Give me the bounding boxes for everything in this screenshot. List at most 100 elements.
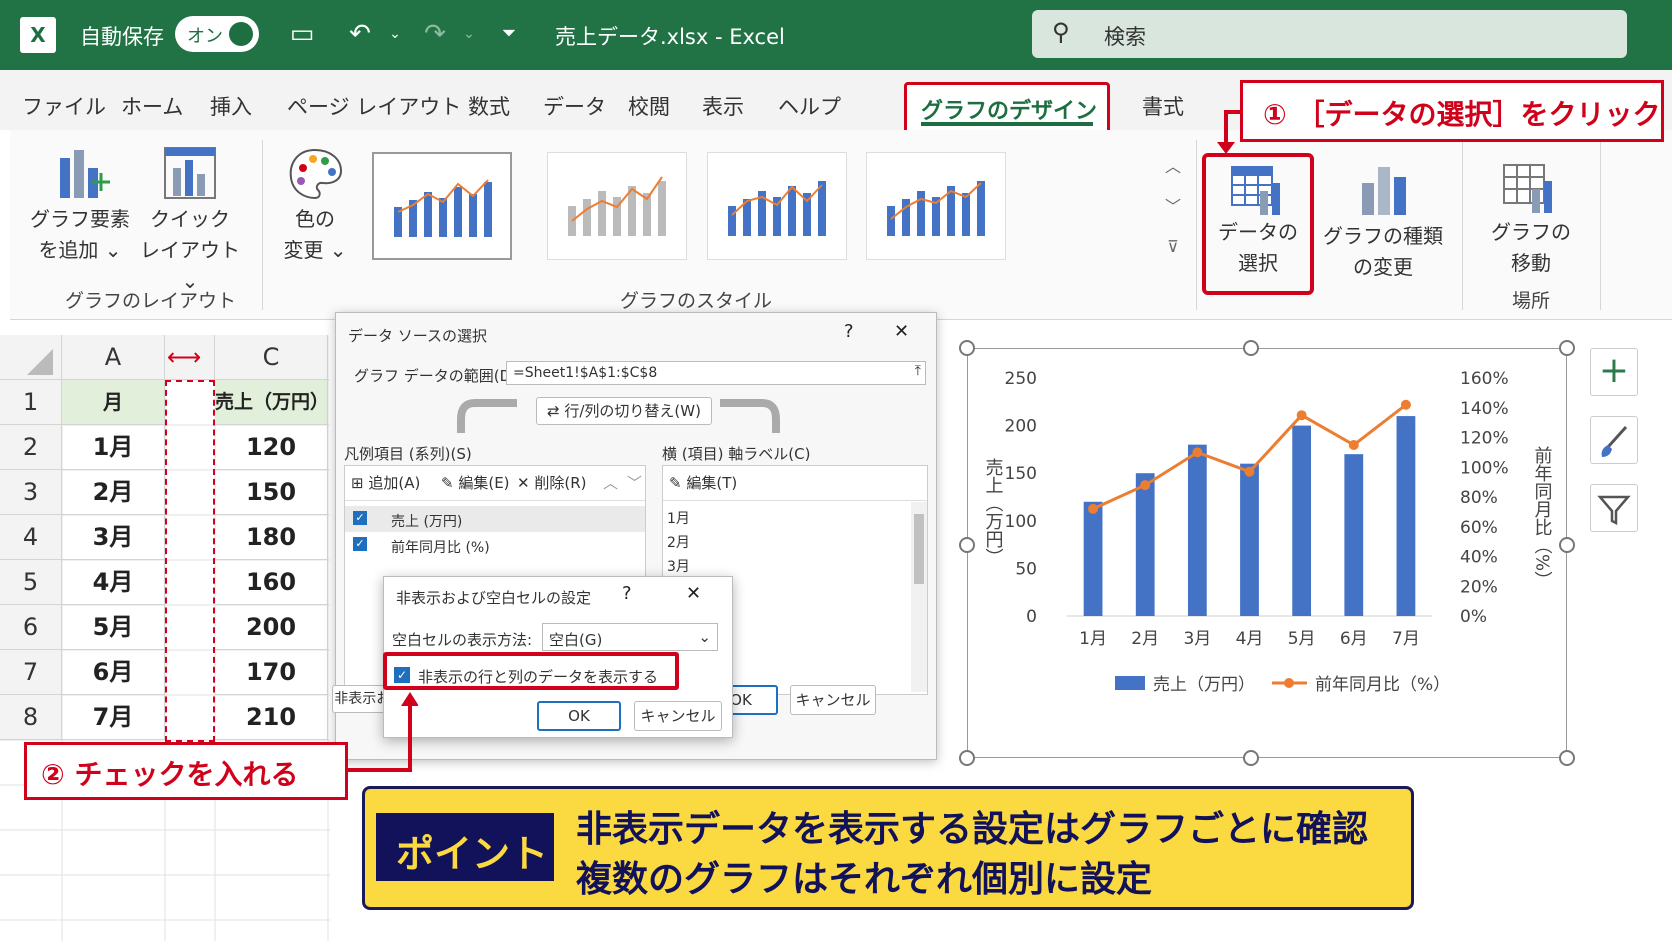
empty-cells-select[interactable]: 空白(G) ⌄: [542, 623, 718, 651]
row-header-5[interactable]: 5: [0, 560, 62, 605]
row-header-4[interactable]: 4: [0, 515, 62, 560]
tab-formulas[interactable]: 数式: [468, 91, 510, 121]
edit-series-button[interactable]: ✎ 編集(E): [441, 472, 510, 493]
series-row[interactable]: ✓ 売上 (万円): [345, 506, 645, 532]
row-header-7[interactable]: 7: [0, 650, 62, 695]
chart-styles-brush-icon[interactable]: [1590, 416, 1638, 464]
dialog-cancel-button[interactable]: キャンセル: [790, 685, 876, 715]
row-header-6[interactable]: 6: [0, 605, 62, 650]
cell-a1[interactable]: 月: [62, 380, 165, 425]
tab-chart-design[interactable]: グラフのデザイン: [904, 82, 1110, 136]
tab-home[interactable]: ホーム: [121, 91, 183, 121]
undo-dropdown-icon[interactable]: ⌄: [378, 17, 412, 51]
cell-c2[interactable]: 120: [215, 425, 328, 470]
cell-a2[interactable]: 1月: [62, 425, 165, 470]
y-axis-tick-label: 50: [1015, 559, 1037, 579]
move-chart-button[interactable]: グラフの 移動: [1476, 157, 1586, 291]
axis-label-item[interactable]: 1月: [667, 508, 690, 528]
subdialog-cancel-button[interactable]: キャンセル: [634, 701, 722, 731]
chart-elements-plus-icon[interactable]: +: [1590, 348, 1638, 396]
tab-help[interactable]: ヘルプ: [778, 91, 841, 121]
resize-handle[interactable]: [1559, 537, 1575, 553]
redo-dropdown-icon[interactable]: ⌄: [452, 17, 486, 51]
change-chart-type-button[interactable]: グラフの種類 の変更: [1318, 157, 1448, 291]
customize-toolbar-icon[interactable]: ⏷: [492, 17, 526, 51]
tab-page-layout[interactable]: ページ レイアウト: [287, 91, 461, 121]
styles-scroll-down-icon[interactable]: ﹀: [1160, 192, 1186, 222]
series-row[interactable]: ✓ 前年同月比 (%): [345, 532, 645, 558]
quick-layout-button[interactable]: クイック レイアウト ⌄: [135, 140, 245, 293]
change-colors-button[interactable]: 色の 変更 ⌄: [275, 140, 355, 270]
column-header-c[interactable]: C: [215, 335, 328, 380]
change-colors-label-1: 色の: [295, 207, 335, 231]
chart-style-4[interactable]: [866, 152, 1006, 260]
redo-icon[interactable]: ↷: [418, 17, 452, 51]
cell-c7[interactable]: 170: [215, 650, 328, 695]
series-checkbox[interactable]: ✓: [353, 537, 367, 551]
resize-handle[interactable]: [1243, 340, 1259, 356]
chart-style-1[interactable]: [372, 152, 512, 260]
chart-filters-funnel-icon[interactable]: [1590, 484, 1638, 532]
chart-style-2[interactable]: [547, 152, 687, 260]
cell-a8[interactable]: 7月: [62, 695, 165, 740]
cell-c8[interactable]: 210: [215, 695, 328, 740]
cell-a3[interactable]: 2月: [62, 470, 165, 515]
series-checkbox[interactable]: ✓: [353, 511, 367, 525]
chart-style-3[interactable]: [707, 152, 847, 260]
save-icon[interactable]: ▭: [285, 17, 319, 51]
subdialog-ok-button[interactable]: OK: [537, 701, 621, 731]
select-all-corner[interactable]: [0, 335, 62, 380]
cell-a7[interactable]: 6月: [62, 650, 165, 695]
resize-handle[interactable]: [1559, 340, 1575, 356]
chart-data-range-input[interactable]: =Sheet1!$A$1:$C$8 ⤒: [506, 361, 926, 385]
tab-insert[interactable]: 挿入: [210, 91, 252, 121]
axis-labels-scrollbar[interactable]: [911, 502, 927, 692]
column-header-hidden-b[interactable]: ⟷: [165, 335, 215, 380]
cell-c1[interactable]: 売上（万円）: [215, 380, 329, 425]
switch-row-column-button[interactable]: ⇄ 行/列の切り替え(W): [536, 397, 712, 425]
move-up-icon[interactable]: ︿: [603, 472, 618, 493]
subdialog-help-button[interactable]: ?: [622, 583, 632, 604]
subdialog-close-button[interactable]: ✕: [686, 583, 701, 604]
styles-more-icon[interactable]: ⊽: [1160, 232, 1186, 262]
axis-label-item[interactable]: 2月: [667, 532, 690, 552]
search-input[interactable]: ⚲ 検索: [1032, 10, 1627, 58]
delete-series-button[interactable]: ✕ 削除(R): [517, 472, 586, 493]
tab-review[interactable]: 校閲: [628, 91, 670, 121]
cell-a4[interactable]: 3月: [62, 515, 165, 560]
y2-axis-tick-label: 80%: [1460, 488, 1498, 508]
dialog-close-button[interactable]: ✕: [894, 321, 909, 342]
tab-format[interactable]: 書式: [1142, 91, 1184, 121]
tab-data[interactable]: データ: [543, 91, 606, 121]
tab-view[interactable]: 表示: [702, 91, 744, 121]
cell-c4[interactable]: 180: [215, 515, 328, 560]
styles-scroll-up-icon[interactable]: ︿: [1160, 152, 1186, 182]
edit-axis-labels-button[interactable]: ✎ 編集(T): [669, 472, 737, 493]
autosave-toggle[interactable]: オン: [175, 16, 259, 52]
row-header-1[interactable]: 1: [0, 380, 62, 425]
cell-a5[interactable]: 4月: [62, 560, 165, 605]
column-header-a[interactable]: A: [62, 335, 165, 380]
move-down-icon[interactable]: ﹀: [627, 472, 642, 493]
tab-file[interactable]: ファイル: [22, 91, 106, 121]
cell-c5[interactable]: 160: [215, 560, 328, 605]
combo-chart[interactable]: 0 50 100 150 200 250 0% 20% 40% 60% 80% 100% 120% 140…: [967, 348, 1567, 758]
row-header-2[interactable]: 2: [0, 425, 62, 470]
cell-a6[interactable]: 5月: [62, 605, 165, 650]
resize-handle[interactable]: [959, 750, 975, 766]
add-series-button[interactable]: ⊞ 追加(A): [351, 472, 420, 493]
cell-c3[interactable]: 150: [215, 470, 328, 515]
row-header-3[interactable]: 3: [0, 470, 62, 515]
cell-c6[interactable]: 200: [215, 605, 328, 650]
spreadsheet-grid[interactable]: A ⟷ C 1 2 3 4 5 6 7 8 月 売上（万円） 1月 120 2月…: [0, 335, 330, 941]
resize-handle[interactable]: [1243, 750, 1259, 766]
undo-icon[interactable]: ↶: [343, 17, 377, 51]
resize-handle[interactable]: [959, 537, 975, 553]
row-header-8[interactable]: 8: [0, 695, 62, 740]
dialog-help-button[interactable]: ?: [844, 321, 854, 342]
range-collapse-icon[interactable]: ⤒: [915, 363, 921, 379]
axis-label-item[interactable]: 3月: [667, 556, 690, 576]
resize-handle[interactable]: [1559, 750, 1575, 766]
add-chart-element-button[interactable]: グラフ要素 を追加 ⌄: [30, 140, 130, 270]
resize-handle[interactable]: [959, 340, 975, 356]
